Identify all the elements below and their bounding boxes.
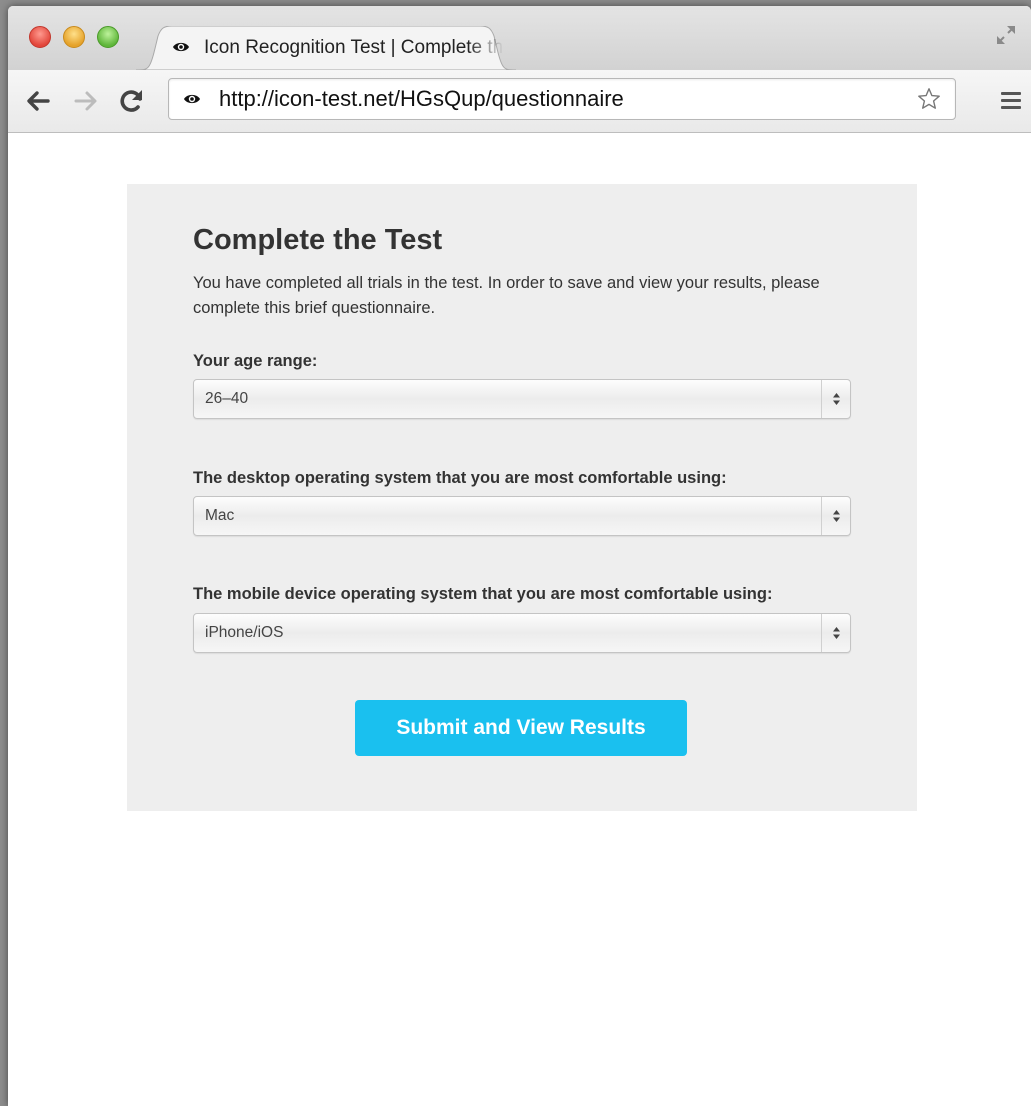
tab-title: Icon Recognition Test | Complete the Tes… bbox=[204, 37, 504, 58]
address-bar[interactable]: http://icon-test.net/HGsQup/questionnair… bbox=[168, 78, 956, 120]
browser-tab[interactable]: Icon Recognition Test | Complete the Tes… bbox=[136, 26, 516, 70]
submit-button[interactable]: Submit and View Results bbox=[355, 700, 687, 756]
tab-strip: Icon Recognition Test | Complete the Tes… bbox=[8, 6, 1031, 70]
page-title: Complete the Test bbox=[193, 224, 443, 256]
questionnaire-panel: Complete the Test You have completed all… bbox=[127, 184, 917, 811]
desktop-os-label: The desktop operating system that you ar… bbox=[193, 469, 727, 487]
close-window-button[interactable] bbox=[29, 26, 51, 48]
select-arrows-icon bbox=[821, 614, 850, 652]
fullscreen-icon[interactable] bbox=[995, 24, 1017, 46]
browser-toolbar: http://icon-test.net/HGsQup/questionnair… bbox=[8, 70, 1031, 133]
eye-icon bbox=[173, 42, 189, 52]
select-arrows-icon bbox=[821, 497, 850, 535]
star-icon[interactable] bbox=[917, 87, 941, 111]
back-arrow-icon[interactable] bbox=[24, 87, 52, 115]
eye-icon bbox=[184, 94, 200, 104]
menu-icon[interactable] bbox=[1001, 92, 1021, 110]
select-arrows-icon bbox=[821, 380, 850, 418]
desktop-os-select[interactable]: Mac bbox=[193, 496, 851, 536]
mobile-os-value: iPhone/iOS bbox=[205, 624, 284, 641]
age-range-select[interactable]: 26–40 bbox=[193, 379, 851, 419]
zoom-window-button[interactable] bbox=[97, 26, 119, 48]
reload-icon[interactable] bbox=[118, 87, 146, 115]
browser-window: Icon Recognition Test | Complete the Tes… bbox=[8, 6, 1031, 1106]
minimize-window-button[interactable] bbox=[63, 26, 85, 48]
address-bar-url: http://icon-test.net/HGsQup/questionnair… bbox=[219, 86, 624, 111]
intro-text: You have completed all trials in the tes… bbox=[193, 274, 820, 317]
mobile-os-label: The mobile device operating system that … bbox=[193, 585, 773, 603]
page-content: Complete the Test You have completed all… bbox=[8, 133, 1031, 1106]
forward-arrow-icon[interactable] bbox=[72, 87, 100, 115]
mobile-os-select[interactable]: iPhone/iOS bbox=[193, 613, 851, 653]
desktop-os-value: Mac bbox=[205, 507, 235, 524]
age-range-label: Your age range: bbox=[193, 352, 318, 370]
age-range-value: 26–40 bbox=[205, 390, 249, 407]
